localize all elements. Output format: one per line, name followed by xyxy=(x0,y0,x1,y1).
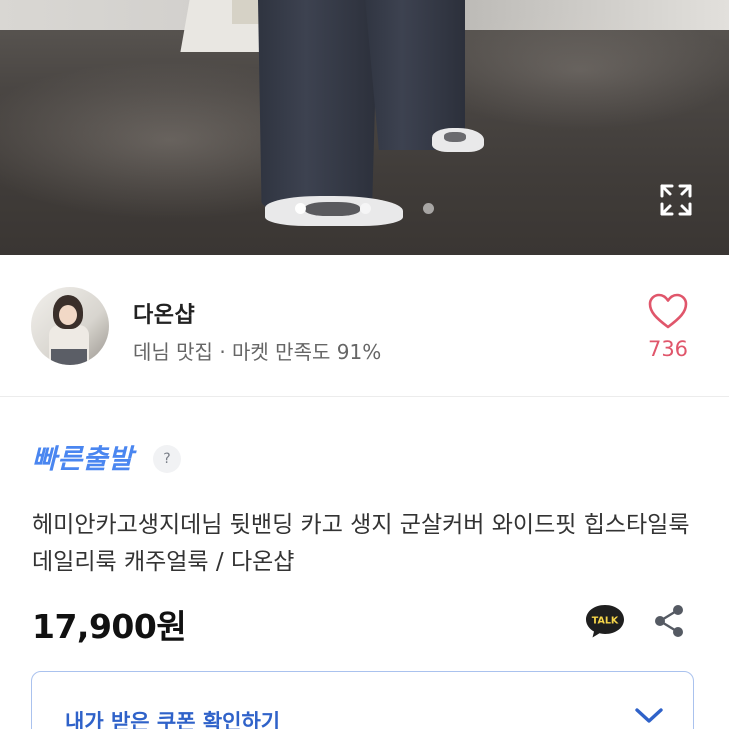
heart-icon[interactable] xyxy=(646,291,690,331)
jeans-left-leg xyxy=(258,0,378,210)
share-icon[interactable] xyxy=(651,603,689,639)
help-icon[interactable]: ? xyxy=(153,445,181,473)
coupon-label[interactable]: 내가 받은 쿠폰 확인하기 xyxy=(65,706,280,729)
coupon-box[interactable]: 내가 받은 쿠폰 확인하기 xyxy=(31,671,694,729)
sneaker xyxy=(432,128,484,152)
seller-row[interactable]: 다온샵 데님 맛집 · 마켓 만족도 91% 736 xyxy=(0,255,729,397)
talk-label: TALK xyxy=(592,616,619,627)
seller-subtitle: 데님 맛집 · 마켓 만족도 91% xyxy=(133,340,382,364)
chevron-down-icon[interactable] xyxy=(632,704,666,728)
product-price: 17,900원 xyxy=(32,607,187,646)
pagination-dot[interactable] xyxy=(295,203,306,214)
pagination-dot[interactable] xyxy=(423,203,434,214)
kakao-talk-icon[interactable]: TALK xyxy=(584,602,626,640)
seller-name[interactable]: 다온샵 xyxy=(133,297,195,329)
like-count: 736 xyxy=(647,337,689,361)
pagination-dot[interactable] xyxy=(360,203,371,214)
expand-icon[interactable] xyxy=(656,180,696,220)
gallery-pagination xyxy=(0,203,729,219)
product-photo[interactable] xyxy=(0,0,729,255)
fast-shipping-label: 빠른출발 xyxy=(32,444,134,475)
product-title: 헤미안카고생지데님 뒷밴딩 카고 생지 군살커버 와이드핏 힙스타일룩 데일리룩… xyxy=(32,512,690,575)
avatar[interactable] xyxy=(31,287,109,365)
